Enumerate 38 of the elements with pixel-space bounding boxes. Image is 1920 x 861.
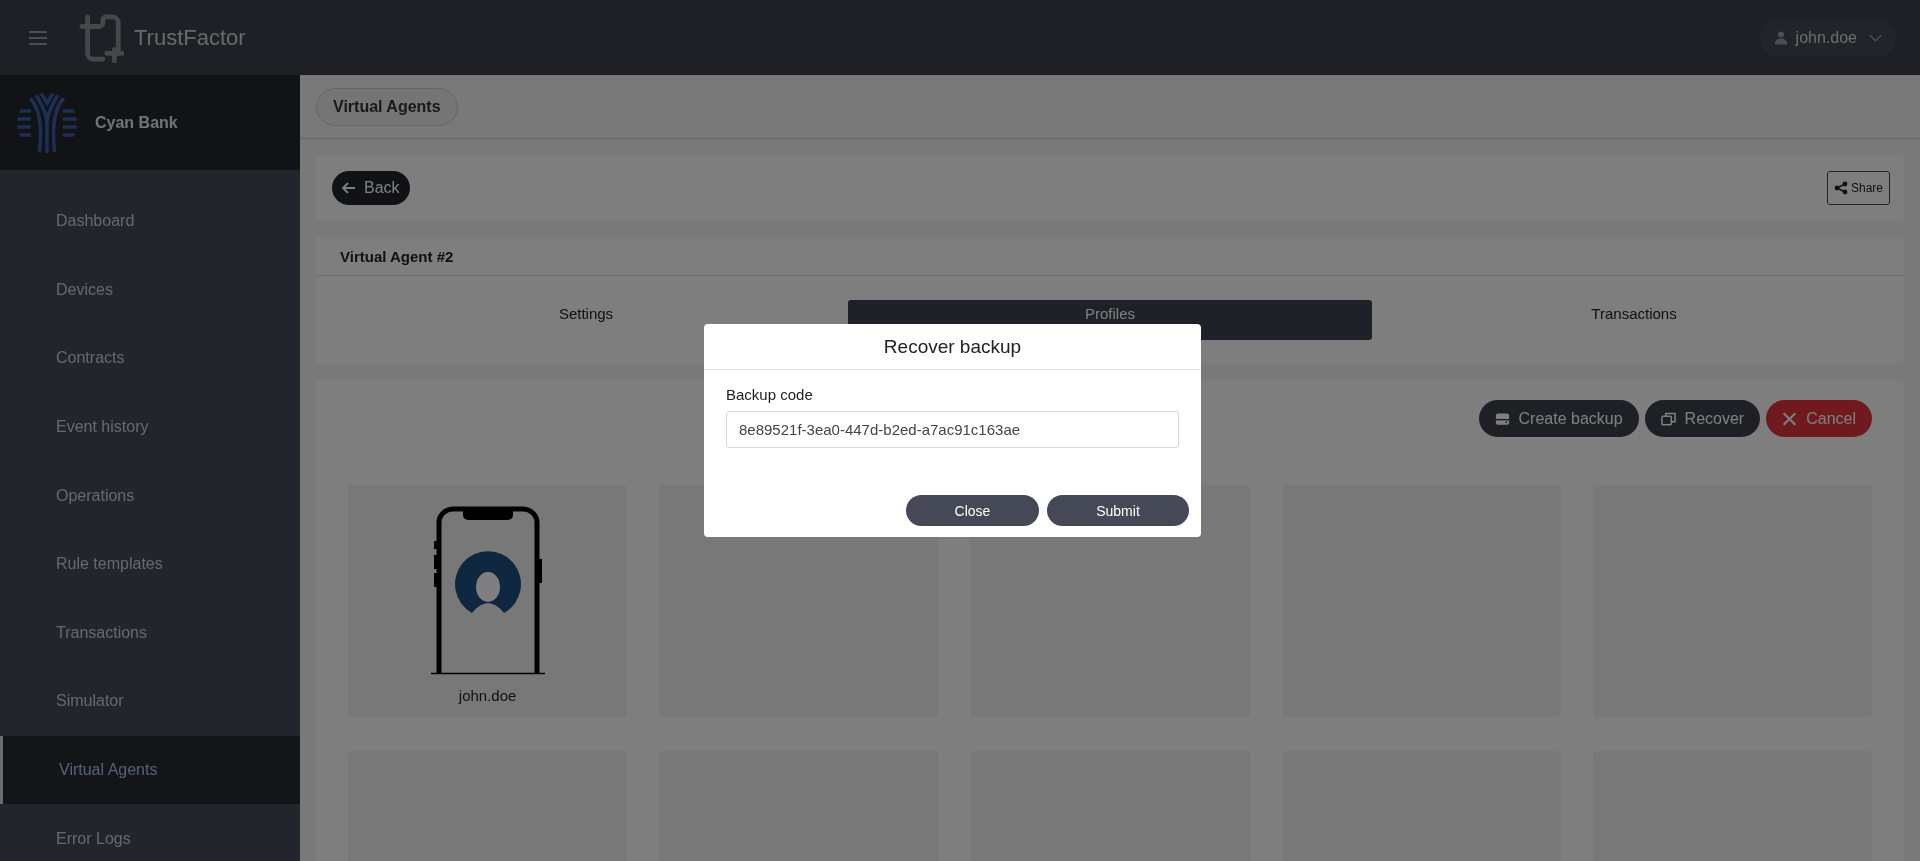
menu-icon[interactable] bbox=[28, 29, 48, 46]
tab[interactable]: Transactions bbox=[1372, 300, 1896, 340]
breadcrumb[interactable]: Virtual Agents bbox=[316, 87, 458, 126]
sidebar-item[interactable]: Transactions bbox=[0, 598, 300, 668]
backup-code-field[interactable]: 8e89521f-3ea0-447d-b2ed-a7ac91c163ae bbox=[726, 411, 1179, 448]
chevron-down-icon bbox=[1869, 33, 1882, 42]
field-label: Backup code bbox=[726, 386, 814, 403]
windows-icon bbox=[1660, 411, 1676, 426]
sidebar-item[interactable]: Virtual Agents bbox=[0, 735, 300, 805]
tab[interactable]: Settings bbox=[324, 300, 848, 340]
phone-avatar-icon bbox=[430, 505, 545, 675]
sidebar-item[interactable]: Rule templates bbox=[0, 529, 300, 599]
sidebar-item[interactable]: Contracts bbox=[0, 324, 300, 393]
dialog-button[interactable]: Close bbox=[906, 495, 1039, 526]
sidebar-item[interactable]: Simulator bbox=[0, 667, 300, 736]
profile-name: john.doe bbox=[458, 687, 517, 704]
share-button[interactable]: Share bbox=[1826, 171, 1890, 205]
close-icon bbox=[1782, 411, 1798, 426]
profile-tile[interactable]: john.doe bbox=[348, 485, 628, 717]
organization-name: Cyan Bank bbox=[95, 113, 178, 132]
sidebar-item[interactable]: Error Logs bbox=[0, 804, 300, 861]
user-icon bbox=[1773, 30, 1788, 45]
app-name: TrustFactor bbox=[134, 24, 246, 51]
backup-button[interactable]: Create backup bbox=[1478, 400, 1639, 437]
share-icon bbox=[1833, 181, 1848, 195]
sidebar-item[interactable]: Event history bbox=[0, 392, 300, 462]
dialog-button[interactable]: Submit bbox=[1047, 495, 1189, 526]
logo-icon bbox=[78, 12, 124, 63]
agent-title: Virtual Agent #2 bbox=[316, 237, 1904, 276]
sidebar-item[interactable]: Devices bbox=[0, 255, 300, 325]
cancel-button[interactable]: Cancel bbox=[1766, 400, 1872, 437]
sidebar-item[interactable]: Operations bbox=[0, 461, 300, 530]
sidebar-item[interactable]: Dashboard bbox=[0, 187, 300, 256]
user-menu-button[interactable]: john.doe bbox=[1759, 18, 1896, 57]
recover-button[interactable]: Recover bbox=[1644, 400, 1761, 437]
drive-icon bbox=[1494, 411, 1510, 426]
back-button[interactable]: Back bbox=[332, 171, 410, 205]
arrow-left-icon bbox=[342, 182, 356, 194]
